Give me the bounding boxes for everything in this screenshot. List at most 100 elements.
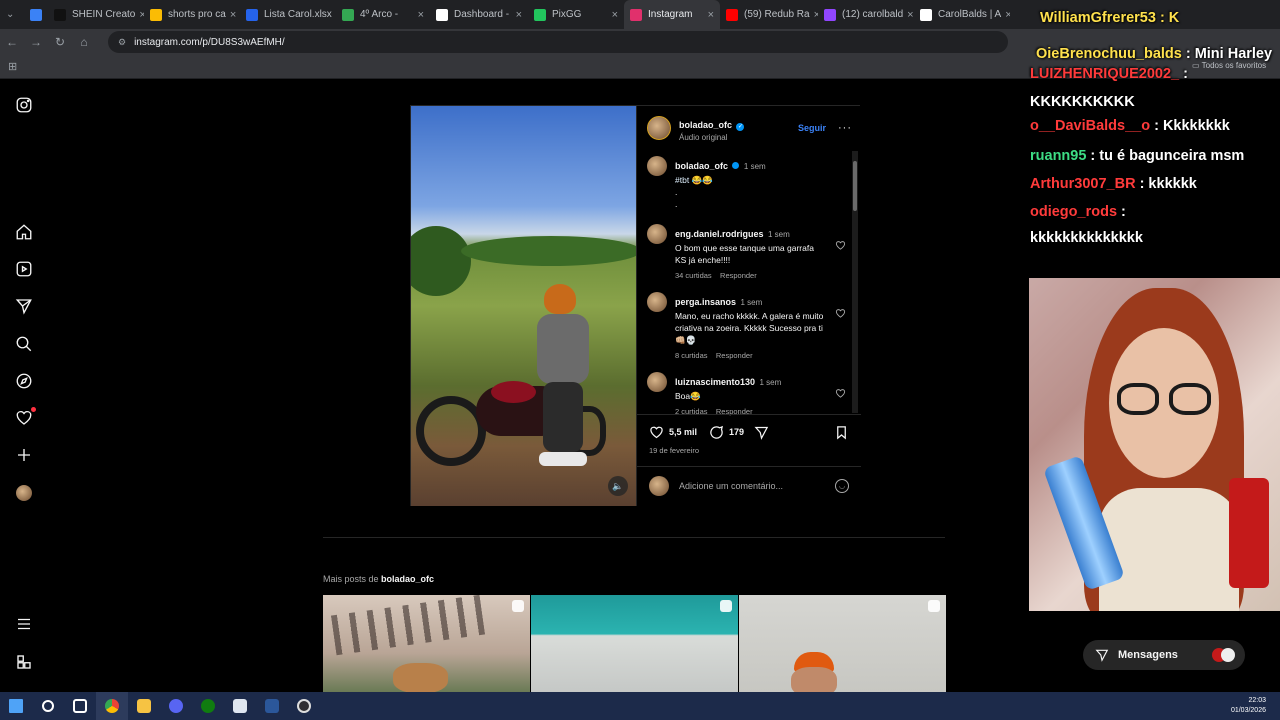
more-posts-username[interactable]: boladao_ofc	[381, 574, 434, 584]
browser-tab[interactable]: SHEIN Creato ×	[48, 0, 144, 29]
tab-favicon-icon	[30, 8, 42, 21]
system-clock[interactable]: 22:03 01/03/2026	[1231, 696, 1266, 716]
caption-username[interactable]: boladao_ofc	[675, 161, 728, 171]
tab-favicon-icon	[436, 8, 448, 21]
save-bookmark-icon[interactable]	[834, 425, 849, 440]
comment-count[interactable]: 179	[729, 427, 744, 437]
tab-close-icon[interactable]: ×	[1001, 9, 1010, 21]
browser-tab[interactable]: Lista Carol.xlsx×	[240, 0, 336, 29]
share-icon[interactable]	[754, 425, 769, 440]
tab-favicon-icon	[824, 8, 836, 21]
messages-button[interactable]: Mensagens	[1083, 640, 1245, 670]
tab-close-icon[interactable]: ×	[608, 9, 618, 21]
more-menu-icon[interactable]	[14, 614, 34, 634]
commenter-username[interactable]: luiznascimento130	[675, 377, 755, 387]
tab-close-icon[interactable]: ×	[810, 9, 818, 21]
like-heart-icon[interactable]	[649, 425, 664, 440]
file-explorer-icon[interactable]	[128, 692, 160, 720]
commenter-avatar[interactable]	[647, 372, 667, 392]
like-count[interactable]: 5,5 mil	[669, 427, 697, 437]
tab-close-icon[interactable]: ×	[704, 9, 714, 21]
tab-favicon-icon	[54, 8, 66, 21]
task-view-icon[interactable]	[64, 692, 96, 720]
comments-scrollbar-thumb[interactable]	[853, 161, 857, 211]
comment-like-icon[interactable]	[835, 306, 846, 318]
more-post-thumb-1[interactable]	[323, 595, 530, 692]
more-post-thumb-2[interactable]	[531, 595, 738, 692]
profile-avatar[interactable]	[14, 483, 34, 503]
tab-close-icon[interactable]: ×	[512, 9, 522, 21]
comment-bubble-icon[interactable]	[709, 425, 724, 440]
browser-tab[interactable]: shorts pro ca ×	[144, 0, 240, 29]
threads-apps-icon[interactable]	[14, 652, 34, 672]
url-omnibox[interactable]: ⚙ instagram.com/p/DU8S3wAEfMH/	[108, 31, 1008, 53]
direct-messages-icon[interactable]	[14, 296, 34, 316]
comment-like-icon[interactable]	[835, 238, 846, 250]
home-button[interactable]: ⌂	[72, 35, 96, 49]
tab-label: shorts pro ca	[168, 9, 226, 20]
discord-icon[interactable]	[160, 692, 192, 720]
reload-button[interactable]: ↻	[48, 35, 72, 49]
tab-favicon-icon	[246, 8, 258, 21]
commenter-username[interactable]: perga.insanos	[675, 297, 736, 307]
browser-tab[interactable]: (12) carolbald ×	[818, 0, 914, 29]
word-icon[interactable]	[256, 692, 288, 720]
comment: perga.insanos 1 sem Mano, eu racho kkkkk.…	[647, 292, 847, 360]
search-icon[interactable]	[14, 334, 34, 354]
emoji-icon[interactable]: ◡	[835, 479, 849, 493]
comment-time: 1 sem	[740, 298, 763, 307]
audio-label[interactable]: Áudio original	[679, 133, 744, 142]
comment-like-icon[interactable]	[835, 386, 846, 398]
apps-grid-icon[interactable]: ⊞	[8, 60, 17, 73]
mute-icon[interactable]: 🔈	[608, 476, 628, 496]
comment-likes[interactable]: 8 curtidas	[675, 351, 708, 360]
notifications-heart-icon[interactable]	[14, 407, 36, 428]
search-icon[interactable]	[32, 692, 64, 720]
start-button[interactable]	[0, 692, 32, 720]
commenter-avatar[interactable]	[647, 292, 667, 312]
more-options-icon[interactable]: ···	[838, 122, 852, 134]
forward-button[interactable]: →	[24, 35, 48, 49]
reply-link[interactable]: Responder	[716, 351, 753, 360]
security-shield-icon[interactable]	[224, 692, 256, 720]
chat-username: ruann95	[1030, 148, 1087, 164]
back-button[interactable]: ←	[0, 35, 24, 49]
comment-text: Mano, eu racho kkkkk. A galera é muito c…	[675, 311, 824, 345]
commenter-avatar[interactable]	[647, 224, 667, 244]
tab-close-icon[interactable]: ×	[903, 9, 913, 21]
instagram-logo-icon[interactable]	[14, 95, 34, 115]
author-avatar[interactable]	[647, 116, 671, 140]
chat-username: OieBrenochuu_balds	[1036, 46, 1182, 62]
browser-tab[interactable]	[24, 0, 48, 29]
browser-tab[interactable]: (59) Redub Ra ×	[720, 0, 818, 29]
browser-tab[interactable]: PixGG ×	[528, 0, 624, 29]
chrome-icon[interactable]	[96, 692, 128, 720]
browser-tab[interactable]: Instagram ×	[624, 0, 720, 29]
tab-search-button[interactable]: ⌄	[0, 0, 24, 29]
home-icon[interactable]	[14, 222, 34, 242]
browser-tab[interactable]: Dashboard - ×	[430, 0, 528, 29]
tab-close-icon[interactable]: ×	[414, 9, 424, 21]
create-plus-icon[interactable]	[14, 445, 34, 465]
reels-icon[interactable]	[14, 259, 34, 279]
more-post-thumb-3[interactable]	[739, 595, 946, 692]
author-username[interactable]: boladao_ofc	[679, 120, 732, 130]
add-comment-input[interactable]: Adicione um comentário...	[679, 481, 783, 491]
reply-link[interactable]: Responder	[720, 271, 757, 280]
direct-messages-icon	[1095, 649, 1109, 662]
comment-time: 1 sem	[759, 378, 782, 387]
follow-button[interactable]: Seguir	[798, 123, 826, 133]
chat-message: OieBrenochuu_balds: Mini Harley	[1036, 42, 1276, 66]
site-info-icon[interactable]: ⚙	[118, 37, 126, 48]
commenter-username[interactable]: eng.daniel.rodrigues	[675, 229, 764, 239]
tab-close-icon[interactable]: ×	[226, 9, 236, 21]
post-video[interactable]: 🔈	[411, 106, 636, 506]
comment-likes[interactable]: 34 curtidas	[675, 271, 712, 280]
browser-tab[interactable]: 4º Arco - ×	[336, 0, 430, 29]
explore-compass-icon[interactable]	[14, 371, 34, 391]
tab-close-icon[interactable]: ×	[135, 9, 144, 21]
browser-tab[interactable]: CarolBalds | A ×	[914, 0, 1010, 29]
xbox-icon[interactable]	[192, 692, 224, 720]
caption-hashtag[interactable]: #tbt 😂😂	[675, 174, 847, 186]
obs-icon[interactable]	[288, 692, 320, 720]
